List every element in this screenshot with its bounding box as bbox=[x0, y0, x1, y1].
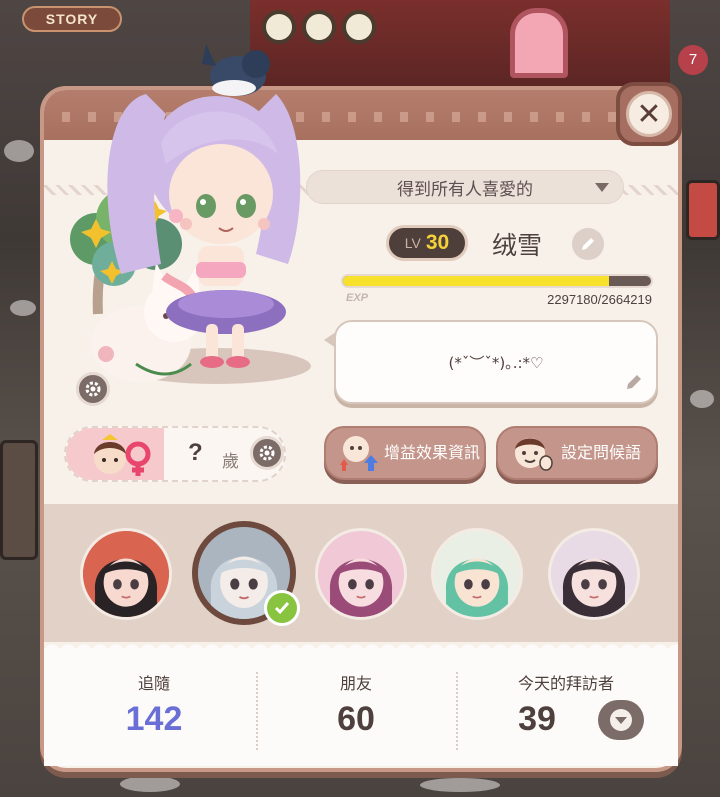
avatar-3[interactable] bbox=[315, 528, 407, 620]
title-dropdown-value: 得到所有人喜愛的 bbox=[397, 179, 533, 200]
level-value: 30 bbox=[425, 231, 450, 254]
followers-count[interactable]: 142 bbox=[54, 700, 254, 739]
age-value: ? bbox=[188, 439, 203, 466]
check-icon bbox=[264, 590, 300, 626]
friends-label: 朋友 bbox=[339, 674, 372, 693]
exp-label: EXP bbox=[346, 292, 369, 304]
buff-effects-button[interactable]: 增益效果資訊 bbox=[324, 426, 486, 480]
level-prefix: LV bbox=[404, 235, 421, 251]
visitors-dropdown-button[interactable] bbox=[598, 700, 644, 740]
greeting-bubble[interactable]: (*ˇ︶ˇ*)｡.:*♡ bbox=[324, 320, 658, 404]
followers-label: 追隨 bbox=[137, 674, 170, 693]
visitors-label: 今天的拜訪者 bbox=[517, 674, 614, 693]
bird-hat bbox=[202, 44, 270, 96]
avatar-4[interactable] bbox=[431, 528, 523, 620]
avatar-1[interactable] bbox=[80, 528, 172, 620]
close-icon: ✕ bbox=[626, 91, 672, 137]
snow-decor bbox=[4, 140, 34, 162]
snow-decor bbox=[420, 778, 500, 792]
exp-value: 2297180/2664219 bbox=[547, 292, 652, 307]
title-dropdown[interactable]: 得到所有人喜愛的 bbox=[306, 170, 624, 204]
gear-icon bbox=[259, 445, 275, 461]
avatar-5[interactable] bbox=[548, 528, 640, 620]
set-greeting-button[interactable]: 設定問候語 bbox=[496, 426, 658, 480]
portrait-icon bbox=[551, 531, 637, 617]
door-decor bbox=[510, 8, 568, 78]
buff-effects-label: 增益效果資訊 bbox=[383, 443, 480, 462]
greeting-face-icon bbox=[515, 438, 553, 471]
snow-decor bbox=[10, 300, 36, 316]
set-greeting-label: 設定問候語 bbox=[560, 443, 641, 462]
stats-edge bbox=[44, 640, 678, 652]
clock-icon bbox=[342, 10, 376, 44]
notification-badge[interactable]: 7 bbox=[678, 45, 708, 75]
character-settings-button[interactable] bbox=[76, 372, 110, 406]
edit-name-button[interactable] bbox=[572, 228, 604, 260]
portrait-icon bbox=[434, 531, 520, 617]
player-nickname: 绒雪 bbox=[492, 231, 543, 260]
exp-bar bbox=[341, 274, 653, 288]
chevron-down-icon bbox=[610, 709, 632, 731]
pencil-icon bbox=[582, 238, 594, 250]
greeting-text: (*ˇ︶ˇ*)｡.:*♡ bbox=[448, 353, 544, 372]
gear-icon bbox=[85, 381, 101, 397]
player-character bbox=[70, 44, 311, 384]
exp-bar-fill bbox=[343, 276, 609, 286]
pencil-icon bbox=[627, 375, 641, 389]
age-settings-button[interactable] bbox=[250, 436, 284, 470]
gender-icon bbox=[94, 434, 151, 476]
portrait-icon bbox=[318, 531, 404, 617]
close-button[interactable]: ✕ bbox=[616, 82, 682, 146]
portrait-icon bbox=[83, 531, 169, 617]
snow-decor bbox=[690, 390, 714, 408]
age-unit: 歲 bbox=[222, 452, 239, 472]
snow-decor bbox=[120, 776, 180, 792]
buff-icon bbox=[340, 436, 378, 471]
friends-count[interactable]: 60 bbox=[256, 700, 456, 739]
level-badge: LV 30 bbox=[386, 225, 468, 261]
chevron-down-icon bbox=[595, 183, 609, 192]
right-building bbox=[686, 180, 720, 240]
left-building bbox=[0, 440, 38, 560]
